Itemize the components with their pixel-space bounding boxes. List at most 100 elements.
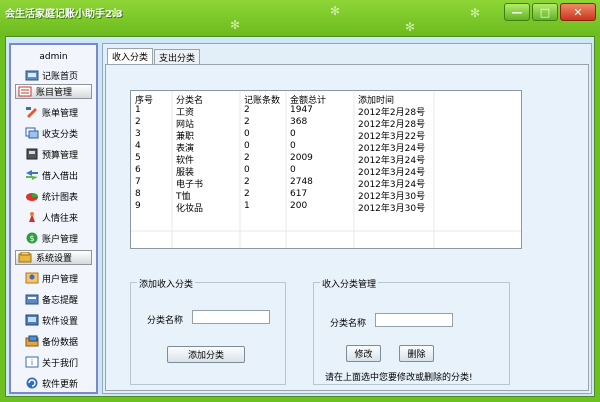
cell-added-date: 2012年3月30号 [358,192,426,201]
category-list[interactable]: 序号 分类名 记账条数 金额总计 添加时间 1 工资 2 1947 2012年2… [130,90,522,249]
cell-amount-total: 2009 [290,153,313,163]
cell-amount-total: 0 [290,141,296,151]
add-category-name-input[interactable] [192,310,270,324]
table-row[interactable]: 1 工资 2 1947 2012年2月28号 [131,105,521,117]
column-header[interactable]: 记账条数 [240,93,286,105]
close-button[interactable]: ✕ [560,3,596,21]
about-icon: i [25,356,39,368]
sidebar: admin 记账首页 账目管理 账单管理 收支分类 预算管理 借入借出 统计图表 [9,43,98,394]
snowflake-decoration: ✻ [470,6,481,20]
sidebar-item-budget[interactable]: 预算管理 [25,147,78,161]
cell-record-count: 0 [244,165,250,175]
cell-category-name: 表演 [176,144,195,153]
current-user: admin [39,52,68,62]
cell-amount-total: 1947 [290,105,313,115]
cell-category-name: 工资 [176,108,195,117]
tab-expense-categories[interactable]: 支出分类 [154,49,201,64]
cell-added-date: 2012年3月22号 [358,132,426,141]
sidebar-section-settings[interactable]: 系统设置 [15,250,92,265]
cell-category-name: 电子书 [176,180,204,189]
cell-index: 6 [135,165,141,175]
sidebar-section-ledger[interactable]: 账目管理 [15,84,92,99]
svg-text:i: i [31,358,33,367]
table-row[interactable]: 9 化妆品 1 200 2012年3月30号 [131,201,521,213]
gift-icon [25,211,39,223]
chart-icon [25,190,39,202]
group-title: 添加收入分类 [137,277,196,290]
sidebar-item-home[interactable]: 记账首页 [25,68,78,82]
tab-income-categories[interactable]: 收入分类 [107,48,154,64]
cell-record-count: 0 [244,141,250,151]
column-header[interactable]: 添加时间 [354,93,434,105]
cell-index: 4 [135,141,141,151]
table-row[interactable]: 2 网站 2 368 2012年2月28号 [131,117,521,129]
manage-category-name-input[interactable] [375,313,453,327]
cell-index: 2 [135,117,141,127]
sidebar-item-users[interactable]: 用户管理 [25,271,78,285]
sidebar-item-label: 账户管理 [42,234,79,245]
sidebar-item-backup[interactable]: 备份数据 [25,334,78,348]
user-icon [25,272,39,284]
svg-text:$: $ [29,234,34,243]
cell-category-name: 网站 [176,120,195,129]
edit-delete-hint: 请在上面选中您要修改或删除的分类! [325,373,473,383]
sidebar-item-label: 统计图表 [42,192,79,203]
cell-category-name: 兼职 [176,132,195,141]
sidebar-item-bills[interactable]: 账单管理 [25,105,78,119]
sidebar-item-gifts[interactable]: 人情往来 [25,210,78,224]
manage-category-group: 收入分类管理 分类名称 修改 删除 请在上面选中您要修改或删除的分类! [313,277,510,385]
backup-icon [25,335,39,347]
maximize-button[interactable]: □ [532,3,558,21]
sidebar-item-label: 关于我们 [42,358,79,369]
table-row[interactable]: 4 表演 0 0 2012年3月24号 [131,141,521,153]
cell-category-name: 服装 [176,168,195,177]
list-header: 序号 分类名 记账条数 金额总计 添加时间 [131,93,521,105]
sidebar-item-update[interactable]: 软件更新 [25,376,78,390]
sidebar-item-memo[interactable]: 备忘提醒 [25,292,78,306]
category-icon [25,127,39,139]
cell-index: 8 [135,189,141,199]
cell-added-date: 2012年2月28号 [358,120,426,129]
cell-record-count: 2 [244,117,250,127]
cell-amount-total: 2748 [290,177,313,187]
sidebar-item-lend[interactable]: 借入借出 [25,168,78,182]
category-tabs: 收入分类 支出分类 [107,48,201,64]
cell-added-date: 2012年3月24号 [358,168,426,177]
budget-icon [25,148,39,160]
cell-record-count: 2 [244,153,250,163]
cell-category-name: 化妆品 [176,204,204,213]
title-bar: ✻ ✻ ✻ ✻ ✻ 会生活家庭记账小助手2.3 — □ ✕ [0,0,600,36]
category-name-label: 分类名称 [147,316,184,326]
sidebar-item-label: 收支分类 [42,129,79,140]
table-row[interactable]: 5 软件 2 2009 2012年3月24号 [131,153,521,165]
column-header[interactable]: 分类名 [172,93,240,105]
window-title: 会生活家庭记账小助手2.3 [5,9,123,20]
add-category-button[interactable]: 添加分类 [167,346,245,363]
sidebar-item-label: 人情往来 [42,213,79,224]
cell-amount-total: 200 [290,201,308,211]
column-header[interactable]: 序号 [131,93,172,105]
table-row[interactable]: 8 T恤 2 617 2012年3月30号 [131,189,521,201]
column-header[interactable]: 金额总计 [286,93,354,105]
sidebar-item-accounts[interactable]: $ 账户管理 [25,231,78,245]
category-name-label: 分类名称 [330,319,367,329]
sidebar-section-label: 系统设置 [36,254,73,264]
cell-added-date: 2012年3月24号 [358,156,426,165]
snowflake-decoration: ✻ [230,18,241,32]
cell-record-count: 1 [244,201,250,211]
edit-category-button[interactable]: 修改 [346,345,381,362]
delete-category-button[interactable]: 删除 [399,345,434,362]
sidebar-item-software-settings[interactable]: 软件设置 [25,313,78,327]
minimize-button[interactable]: — [504,3,530,21]
sidebar-item-charts[interactable]: 统计图表 [25,189,78,203]
table-row[interactable]: 6 服装 0 0 2012年3月24号 [131,165,521,177]
cell-amount-total: 0 [290,165,296,175]
sidebar-item-label: 软件更新 [42,379,79,390]
sidebar-section-label: 账目管理 [36,88,73,98]
account-icon: $ [25,232,39,244]
table-row[interactable]: 7 电子书 2 2748 2012年3月24号 [131,177,521,189]
sidebar-item-categories[interactable]: 收支分类 [25,126,78,140]
main-panel: 收入分类 支出分类 序号 分类名 记账条数 金额总计 添加时间 1 工资 2 1… [102,43,592,394]
sidebar-item-about[interactable]: i 关于我们 [25,355,78,369]
table-row[interactable]: 3 兼职 0 0 2012年3月22号 [131,129,521,141]
